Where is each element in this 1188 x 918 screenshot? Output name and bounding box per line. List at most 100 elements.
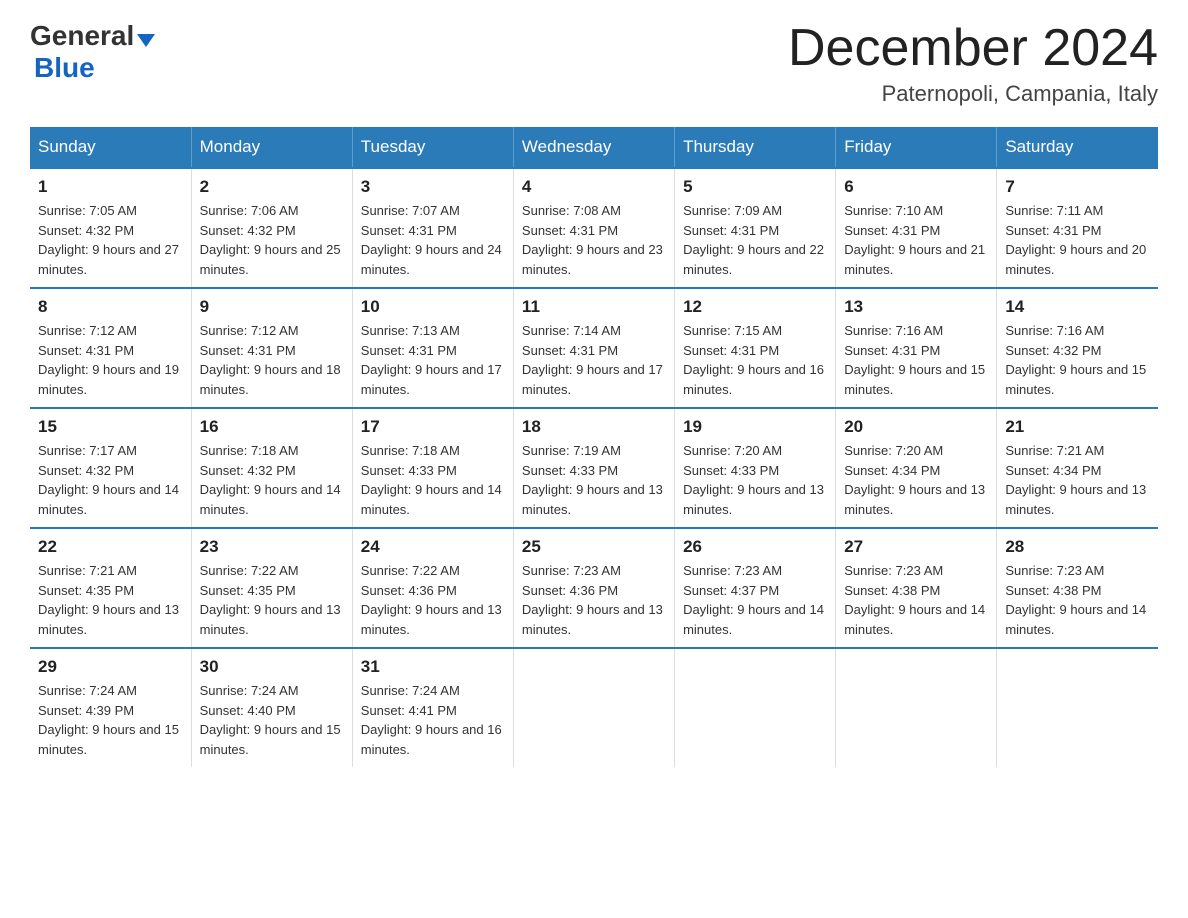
calendar-cell: 8 Sunrise: 7:12 AM Sunset: 4:31 PM Dayli…: [30, 288, 191, 408]
day-info: Sunrise: 7:20 AM Sunset: 4:34 PM Dayligh…: [844, 441, 988, 519]
day-info: Sunrise: 7:23 AM Sunset: 4:37 PM Dayligh…: [683, 561, 827, 639]
calendar-cell: 13 Sunrise: 7:16 AM Sunset: 4:31 PM Dayl…: [836, 288, 997, 408]
day-number: 11: [522, 297, 666, 317]
calendar-table: SundayMondayTuesdayWednesdayThursdayFrid…: [30, 127, 1158, 767]
calendar-cell: 3 Sunrise: 7:07 AM Sunset: 4:31 PM Dayli…: [352, 168, 513, 288]
calendar-cell: [513, 648, 674, 767]
day-number: 22: [38, 537, 183, 557]
day-info: Sunrise: 7:13 AM Sunset: 4:31 PM Dayligh…: [361, 321, 505, 399]
day-info: Sunrise: 7:24 AM Sunset: 4:40 PM Dayligh…: [200, 681, 344, 759]
calendar-cell: 17 Sunrise: 7:18 AM Sunset: 4:33 PM Dayl…: [352, 408, 513, 528]
day-number: 7: [1005, 177, 1150, 197]
day-number: 1: [38, 177, 183, 197]
day-info: Sunrise: 7:16 AM Sunset: 4:32 PM Dayligh…: [1005, 321, 1150, 399]
day-number: 4: [522, 177, 666, 197]
calendar-week-row: 22 Sunrise: 7:21 AM Sunset: 4:35 PM Dayl…: [30, 528, 1158, 648]
calendar-cell: 28 Sunrise: 7:23 AM Sunset: 4:38 PM Dayl…: [997, 528, 1158, 648]
day-number: 3: [361, 177, 505, 197]
day-info: Sunrise: 7:14 AM Sunset: 4:31 PM Dayligh…: [522, 321, 666, 399]
day-number: 5: [683, 177, 827, 197]
day-info: Sunrise: 7:11 AM Sunset: 4:31 PM Dayligh…: [1005, 201, 1150, 279]
calendar-cell: 2 Sunrise: 7:06 AM Sunset: 4:32 PM Dayli…: [191, 168, 352, 288]
day-info: Sunrise: 7:22 AM Sunset: 4:36 PM Dayligh…: [361, 561, 505, 639]
location-text: Paternopoli, Campania, Italy: [788, 81, 1158, 107]
weekday-header-wednesday: Wednesday: [513, 127, 674, 168]
day-info: Sunrise: 7:24 AM Sunset: 4:39 PM Dayligh…: [38, 681, 183, 759]
day-info: Sunrise: 7:21 AM Sunset: 4:34 PM Dayligh…: [1005, 441, 1150, 519]
day-info: Sunrise: 7:23 AM Sunset: 4:36 PM Dayligh…: [522, 561, 666, 639]
day-number: 19: [683, 417, 827, 437]
day-number: 9: [200, 297, 344, 317]
calendar-cell: 29 Sunrise: 7:24 AM Sunset: 4:39 PM Dayl…: [30, 648, 191, 767]
weekday-header-friday: Friday: [836, 127, 997, 168]
day-number: 20: [844, 417, 988, 437]
day-info: Sunrise: 7:21 AM Sunset: 4:35 PM Dayligh…: [38, 561, 183, 639]
day-info: Sunrise: 7:19 AM Sunset: 4:33 PM Dayligh…: [522, 441, 666, 519]
day-info: Sunrise: 7:17 AM Sunset: 4:32 PM Dayligh…: [38, 441, 183, 519]
calendar-cell: 18 Sunrise: 7:19 AM Sunset: 4:33 PM Dayl…: [513, 408, 674, 528]
calendar-cell: 4 Sunrise: 7:08 AM Sunset: 4:31 PM Dayli…: [513, 168, 674, 288]
day-info: Sunrise: 7:18 AM Sunset: 4:33 PM Dayligh…: [361, 441, 505, 519]
logo-general-text: General: [30, 20, 134, 52]
day-number: 2: [200, 177, 344, 197]
weekday-header-monday: Monday: [191, 127, 352, 168]
day-info: Sunrise: 7:10 AM Sunset: 4:31 PM Dayligh…: [844, 201, 988, 279]
day-info: Sunrise: 7:05 AM Sunset: 4:32 PM Dayligh…: [38, 201, 183, 279]
day-number: 18: [522, 417, 666, 437]
weekday-header-tuesday: Tuesday: [352, 127, 513, 168]
day-number: 13: [844, 297, 988, 317]
weekday-header-row: SundayMondayTuesdayWednesdayThursdayFrid…: [30, 127, 1158, 168]
day-info: Sunrise: 7:16 AM Sunset: 4:31 PM Dayligh…: [844, 321, 988, 399]
day-number: 24: [361, 537, 505, 557]
day-number: 15: [38, 417, 183, 437]
day-number: 10: [361, 297, 505, 317]
calendar-week-row: 8 Sunrise: 7:12 AM Sunset: 4:31 PM Dayli…: [30, 288, 1158, 408]
logo: General Blue: [30, 20, 155, 84]
calendar-cell: 19 Sunrise: 7:20 AM Sunset: 4:33 PM Dayl…: [675, 408, 836, 528]
calendar-cell: 1 Sunrise: 7:05 AM Sunset: 4:32 PM Dayli…: [30, 168, 191, 288]
calendar-cell: 14 Sunrise: 7:16 AM Sunset: 4:32 PM Dayl…: [997, 288, 1158, 408]
day-info: Sunrise: 7:20 AM Sunset: 4:33 PM Dayligh…: [683, 441, 827, 519]
calendar-header: SundayMondayTuesdayWednesdayThursdayFrid…: [30, 127, 1158, 168]
day-number: 21: [1005, 417, 1150, 437]
day-info: Sunrise: 7:24 AM Sunset: 4:41 PM Dayligh…: [361, 681, 505, 759]
month-title: December 2024: [788, 20, 1158, 77]
calendar-cell: 23 Sunrise: 7:22 AM Sunset: 4:35 PM Dayl…: [191, 528, 352, 648]
calendar-cell: 20 Sunrise: 7:20 AM Sunset: 4:34 PM Dayl…: [836, 408, 997, 528]
day-info: Sunrise: 7:22 AM Sunset: 4:35 PM Dayligh…: [200, 561, 344, 639]
day-number: 17: [361, 417, 505, 437]
calendar-cell: 16 Sunrise: 7:18 AM Sunset: 4:32 PM Dayl…: [191, 408, 352, 528]
day-number: 12: [683, 297, 827, 317]
day-info: Sunrise: 7:12 AM Sunset: 4:31 PM Dayligh…: [200, 321, 344, 399]
calendar-week-row: 29 Sunrise: 7:24 AM Sunset: 4:39 PM Dayl…: [30, 648, 1158, 767]
weekday-header-thursday: Thursday: [675, 127, 836, 168]
day-info: Sunrise: 7:23 AM Sunset: 4:38 PM Dayligh…: [844, 561, 988, 639]
calendar-week-row: 1 Sunrise: 7:05 AM Sunset: 4:32 PM Dayli…: [30, 168, 1158, 288]
day-number: 31: [361, 657, 505, 677]
calendar-week-row: 15 Sunrise: 7:17 AM Sunset: 4:32 PM Dayl…: [30, 408, 1158, 528]
calendar-cell: 11 Sunrise: 7:14 AM Sunset: 4:31 PM Dayl…: [513, 288, 674, 408]
day-number: 29: [38, 657, 183, 677]
day-info: Sunrise: 7:09 AM Sunset: 4:31 PM Dayligh…: [683, 201, 827, 279]
calendar-cell: 7 Sunrise: 7:11 AM Sunset: 4:31 PM Dayli…: [997, 168, 1158, 288]
day-number: 27: [844, 537, 988, 557]
calendar-cell: [675, 648, 836, 767]
day-info: Sunrise: 7:07 AM Sunset: 4:31 PM Dayligh…: [361, 201, 505, 279]
logo-arrow-icon: [137, 34, 155, 47]
day-number: 25: [522, 537, 666, 557]
day-number: 6: [844, 177, 988, 197]
calendar-cell: 15 Sunrise: 7:17 AM Sunset: 4:32 PM Dayl…: [30, 408, 191, 528]
day-number: 30: [200, 657, 344, 677]
day-number: 23: [200, 537, 344, 557]
day-number: 14: [1005, 297, 1150, 317]
day-info: Sunrise: 7:08 AM Sunset: 4:31 PM Dayligh…: [522, 201, 666, 279]
page-header: General Blue December 2024 Paternopoli, …: [30, 20, 1158, 107]
calendar-body: 1 Sunrise: 7:05 AM Sunset: 4:32 PM Dayli…: [30, 168, 1158, 767]
calendar-cell: 27 Sunrise: 7:23 AM Sunset: 4:38 PM Dayl…: [836, 528, 997, 648]
calendar-cell: [997, 648, 1158, 767]
calendar-cell: 26 Sunrise: 7:23 AM Sunset: 4:37 PM Dayl…: [675, 528, 836, 648]
weekday-header-saturday: Saturday: [997, 127, 1158, 168]
calendar-cell: 31 Sunrise: 7:24 AM Sunset: 4:41 PM Dayl…: [352, 648, 513, 767]
day-number: 26: [683, 537, 827, 557]
day-number: 8: [38, 297, 183, 317]
